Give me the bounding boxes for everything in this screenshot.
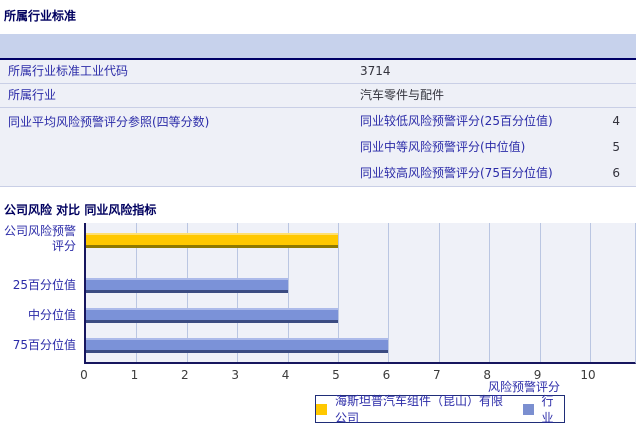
x-axis-tick-label: 0	[80, 368, 88, 382]
row-label: 所属行业	[8, 88, 57, 102]
x-axis-tick-label: 6	[382, 368, 391, 382]
subrow-value: 4	[612, 114, 620, 128]
table-header-band	[0, 34, 636, 60]
company-score-bar	[86, 233, 338, 248]
x-axis-tick-label: 10	[580, 368, 596, 382]
row-label: 所属行业标准工业代码	[8, 64, 129, 78]
quartile-subrow: 同业较高风险预警评分(75百分位值) 6	[360, 160, 620, 186]
row-value: 汽车零件与配件	[360, 88, 445, 102]
chart-category-label: 75百分位值	[12, 338, 76, 352]
industry-legend-label: 行业	[541, 394, 554, 425]
subrow-label: 同业较高风险预警评分(75百分位值)	[360, 166, 553, 180]
subrow-value: 6	[612, 166, 620, 180]
company-legend-label: 海斯坦普汽车组件（昆山）有限公司	[335, 394, 504, 425]
chart-category-label: 公司风险预警评分	[3, 224, 76, 253]
chart-legend: 海斯坦普汽车组件（昆山）有限公司 行业	[315, 394, 565, 425]
industry-score-bar	[86, 278, 288, 293]
x-axis-tick-label: 2	[180, 368, 189, 382]
industry-score-bar	[86, 338, 389, 353]
quartile-subrow: 同业较低风险预警评分(25百分位值) 4	[360, 108, 620, 134]
subrow-label: 同业中等风险预警评分(中位值)	[360, 140, 526, 154]
chart-category-label: 中分位值	[27, 308, 76, 322]
industry-standard-table: 所属行业标准工业代码 3714 所属行业 汽车零件与配件 同业平均风险预警评分参…	[0, 34, 636, 187]
gridline	[590, 223, 591, 362]
row-value: 3714	[360, 64, 391, 78]
quartile-subrows: 同业较低风险预警评分(25百分位值) 4 同业中等风险预警评分(中位值) 5 同…	[360, 108, 636, 186]
x-axis-tick-label: 7	[432, 368, 441, 382]
x-axis-tick-label: 5	[332, 368, 340, 382]
x-axis-tick-label: 3	[231, 368, 239, 382]
gridline	[438, 223, 440, 362]
industry-section-title: 所属行业标准	[4, 9, 77, 23]
industry-score-bar	[86, 308, 338, 323]
company-legend-swatch	[316, 403, 327, 415]
gridline	[489, 223, 491, 362]
gridline	[539, 223, 541, 362]
row-label: 同业平均风险预警评分参照(四等分数)	[8, 115, 210, 129]
industry-legend-swatch	[522, 403, 534, 415]
risk-comparison-bar-chart: 公司风险预警评分 25百分位值 中分位值 75百分位值 0 1 2 3 4 5 6 7 8 9 10 风险…	[0, 223, 642, 438]
table-row: 所属行业标准工业代码 3714	[0, 60, 636, 84]
subrow-value: 5	[612, 140, 620, 154]
comparison-section-title: 公司风险 对比 同业风险指标	[4, 203, 157, 217]
table-row-quartiles: 同业平均风险预警评分参照(四等分数) 同业较低风险预警评分(25百分位值) 4 …	[0, 108, 636, 187]
chart-category-labels: 公司风险预警评分 25百分位值中分位值 75百分位值	[0, 223, 80, 362]
x-axis-tick-label: 1	[130, 368, 139, 382]
quartile-subrow: 同业中等风险预警评分(中位值) 5	[360, 134, 620, 160]
x-axis-tick-label: 4	[281, 368, 290, 382]
table-row: 所属行业 汽车零件与配件	[0, 84, 636, 108]
subrow-label: 同业较低风险预警评分(25百分位值)	[360, 114, 553, 128]
chart-category-label: 25百分位值	[12, 278, 76, 292]
gridline	[388, 223, 390, 362]
plot-area	[84, 223, 636, 364]
